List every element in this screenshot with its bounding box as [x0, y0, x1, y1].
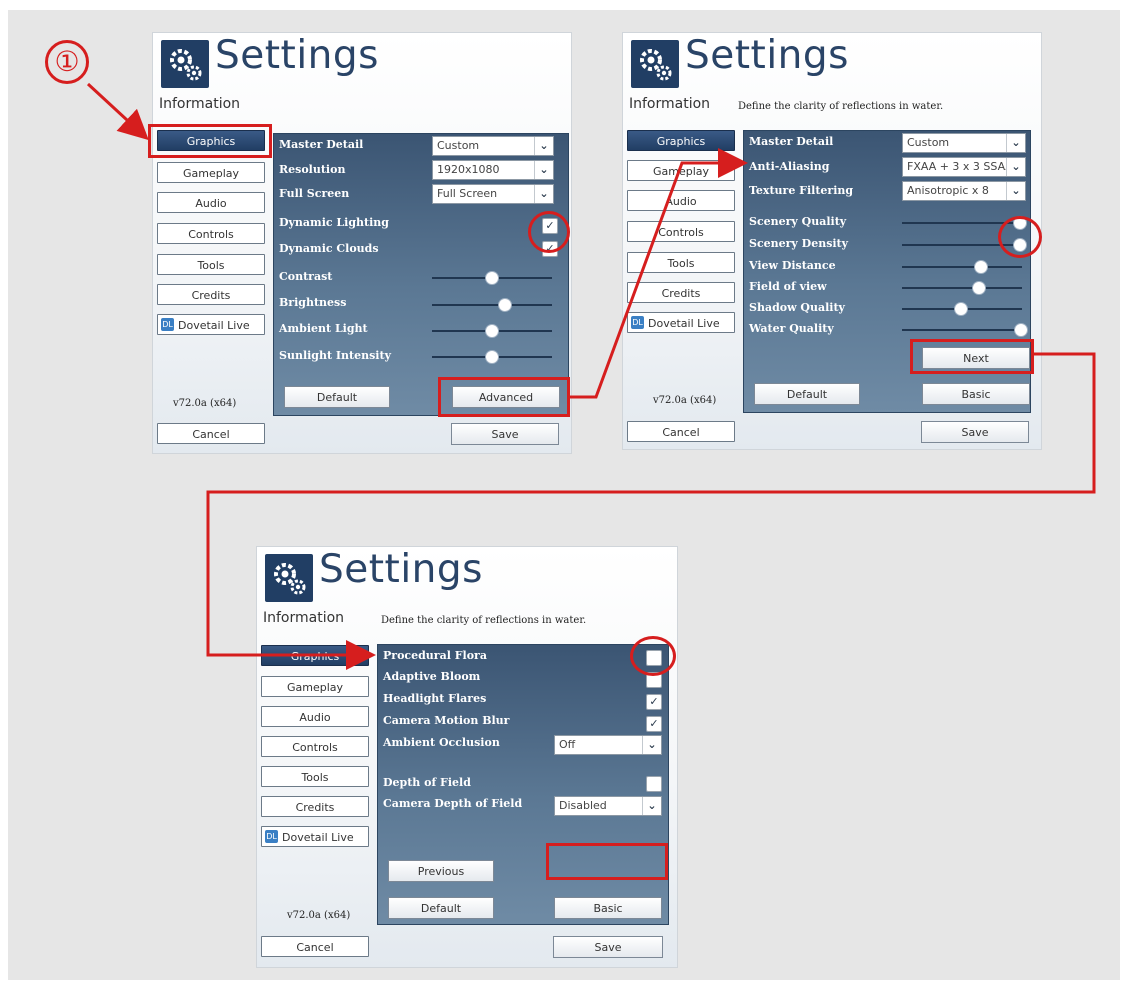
- flow-arrows: [86, 82, 1096, 670]
- arrow-advanced-to-anti-aliasing: [570, 148, 748, 399]
- arrow-next-to-procedural-flora: [206, 352, 1096, 670]
- arrow-step-to-graphics: [86, 82, 149, 141]
